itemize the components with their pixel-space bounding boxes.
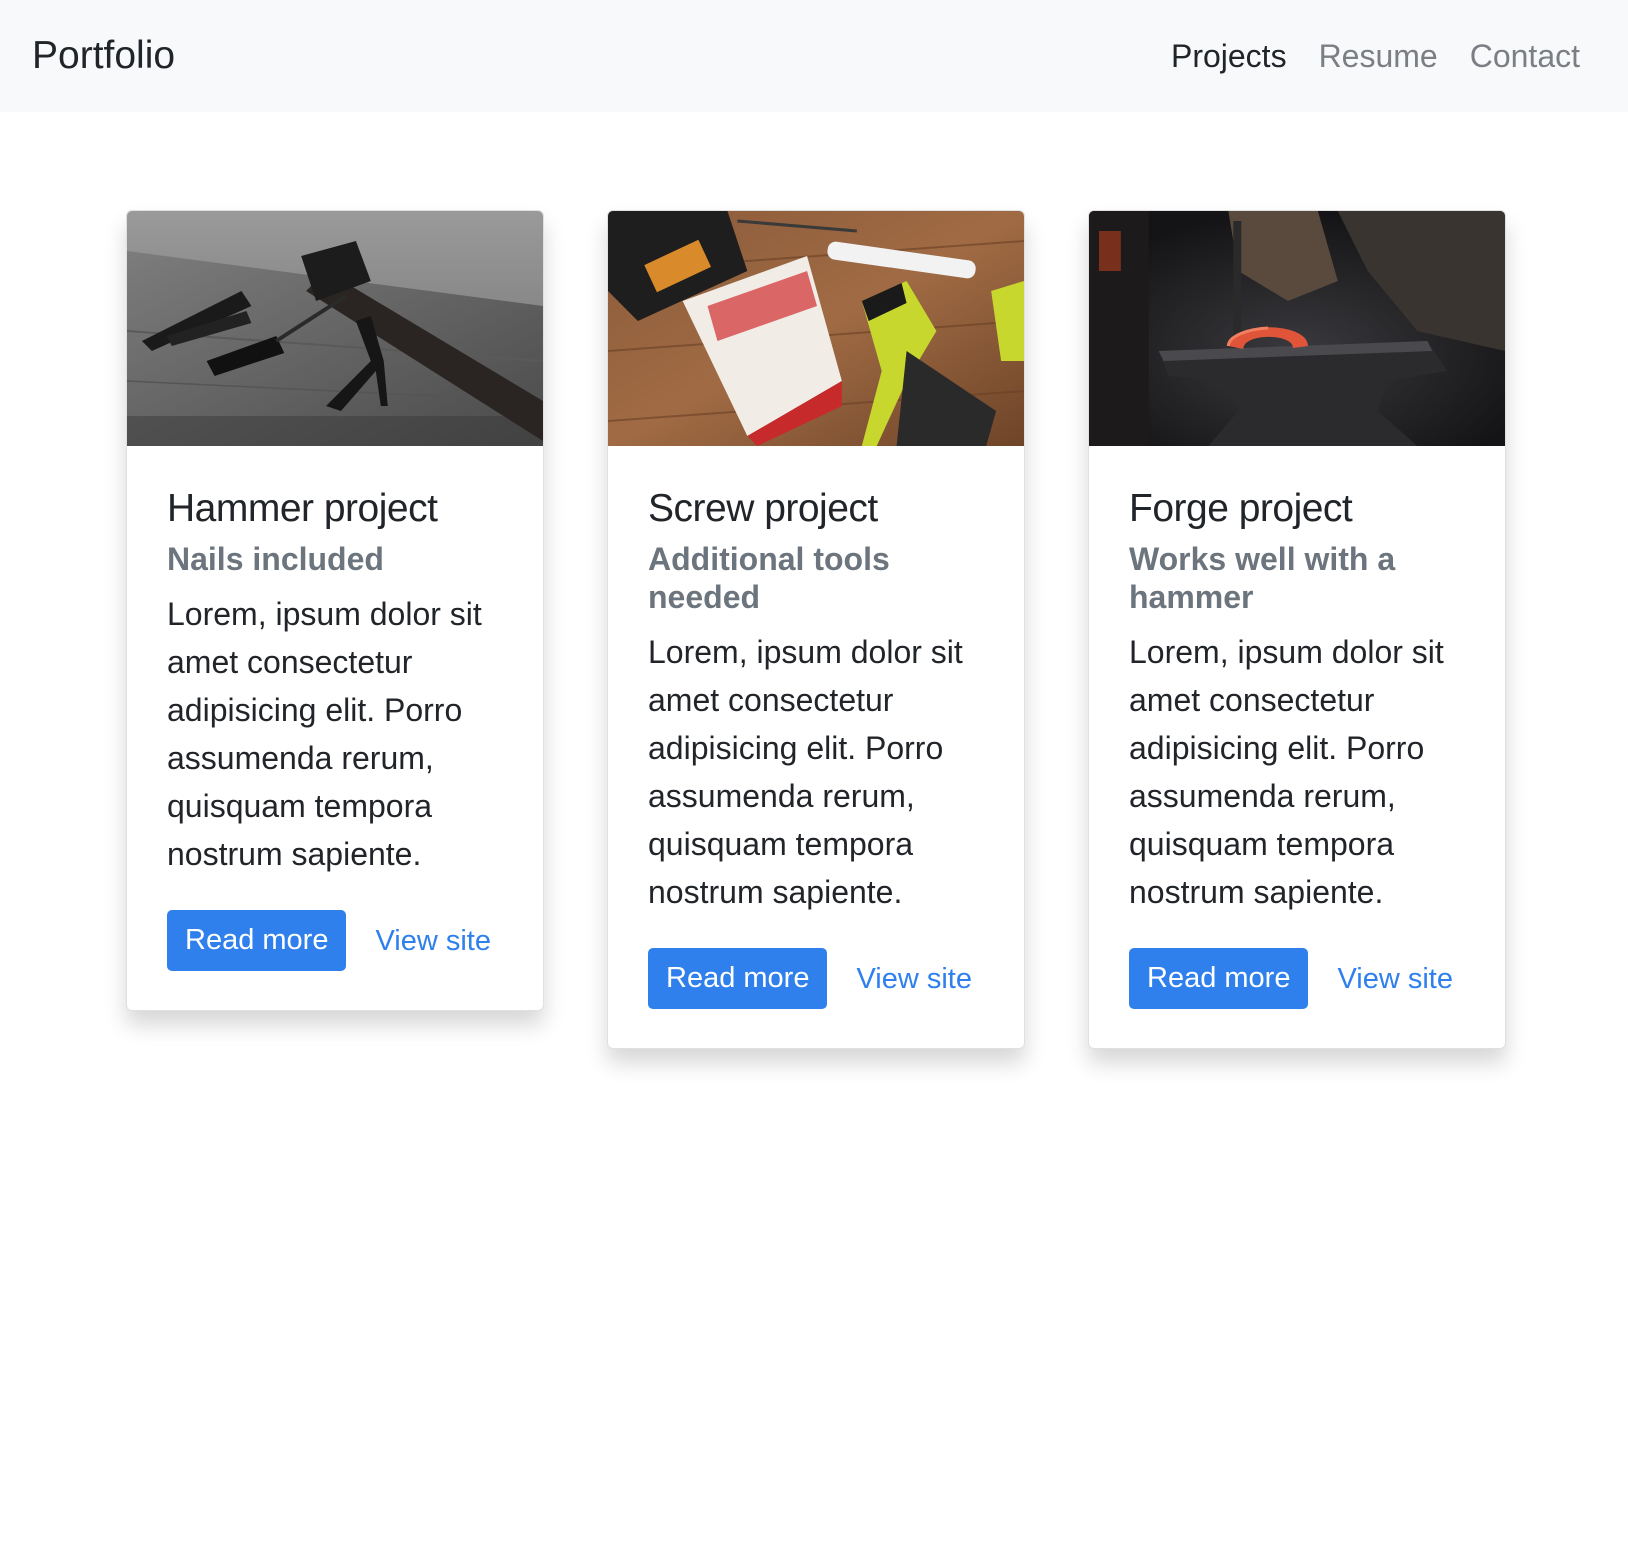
card-body: Forge project Works well with a hammer L… xyxy=(1089,446,1505,1048)
card-body: Screw project Additional tools needed Lo… xyxy=(608,446,1024,1048)
card-subtitle: Additional tools needed xyxy=(648,541,890,615)
nav-link-projects[interactable]: Projects xyxy=(1171,33,1287,79)
project-card-forge: Forge project Works well with a hammer L… xyxy=(1088,210,1506,1049)
card-text: Lorem, ipsum dolor sit amet consectetur … xyxy=(167,596,482,872)
read-more-button[interactable]: Read more xyxy=(648,948,828,1009)
project-card-screw: Screw project Additional tools needed Lo… xyxy=(607,210,1025,1049)
view-site-link[interactable]: View site xyxy=(1337,960,1453,998)
view-site-link[interactable]: View site xyxy=(856,960,972,998)
brand-link[interactable]: Portfolio xyxy=(32,30,175,82)
card-actions: Read more View site xyxy=(1129,948,1465,1009)
nav-links: Projects Resume Contact xyxy=(1171,33,1580,79)
card-image-forge xyxy=(1089,211,1505,446)
card-image-hammer xyxy=(127,211,543,446)
navbar: Portfolio Projects Resume Contact xyxy=(0,0,1628,112)
card-text: Lorem, ipsum dolor sit amet consectetur … xyxy=(1129,634,1444,910)
card-actions: Read more View site xyxy=(167,910,503,971)
read-more-button[interactable]: Read more xyxy=(1129,948,1309,1009)
read-more-button[interactable]: Read more xyxy=(167,910,347,971)
card-text: Lorem, ipsum dolor sit amet consectetur … xyxy=(648,634,963,910)
card-image-screw xyxy=(608,211,1024,446)
project-card-hammer: Hammer project Nails included Lorem, ips… xyxy=(126,210,544,1011)
nav-link-resume[interactable]: Resume xyxy=(1319,33,1438,79)
view-site-link[interactable]: View site xyxy=(375,922,491,960)
card-title: Forge project xyxy=(1129,487,1353,530)
card-subtitle: Works well with a hammer xyxy=(1129,541,1396,615)
card-actions: Read more View site xyxy=(648,948,984,1009)
card-subtitle: Nails included xyxy=(167,541,384,577)
card-title: Hammer project xyxy=(167,487,438,530)
card-body: Hammer project Nails included Lorem, ips… xyxy=(127,446,543,1010)
nav-link-contact[interactable]: Contact xyxy=(1470,33,1580,79)
card-title: Screw project xyxy=(648,487,878,530)
